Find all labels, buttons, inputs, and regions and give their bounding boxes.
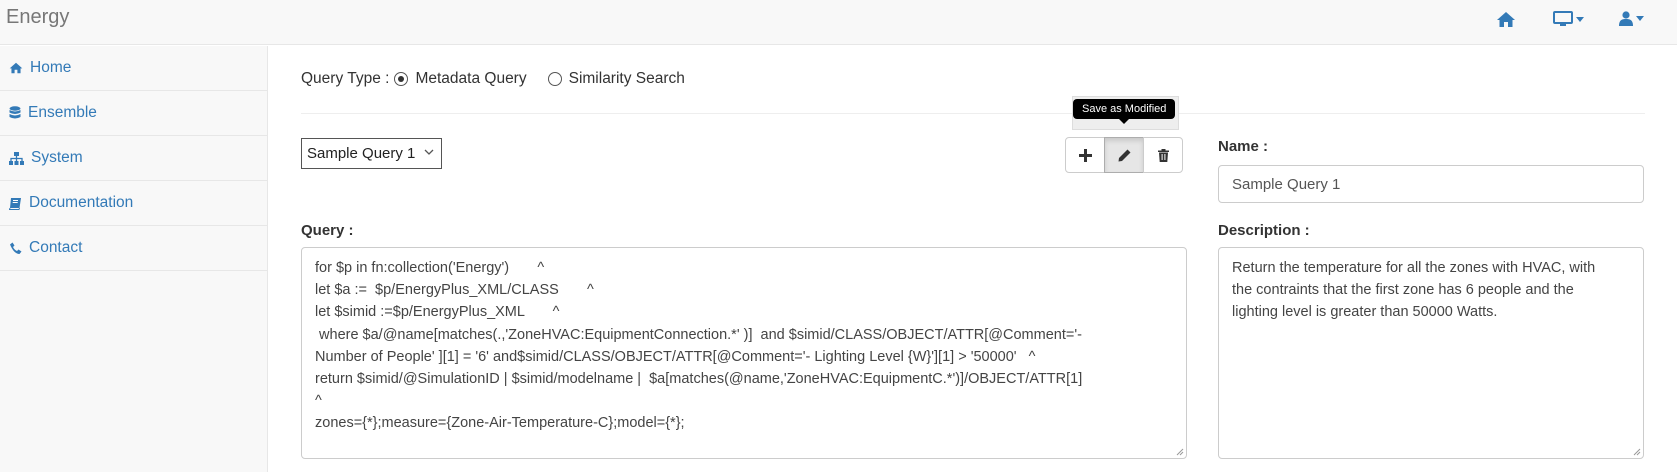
add-button[interactable]: [1065, 137, 1105, 173]
query-type-group: Query Type : Metadata Query Similarity S…: [301, 70, 685, 88]
resize-grip-icon[interactable]: [1631, 446, 1641, 456]
sidebar-item-label: System: [31, 149, 83, 166]
main-content: Query Type : Metadata Query Similarity S…: [268, 46, 1677, 472]
sidebar-item-system[interactable]: System: [0, 136, 267, 181]
name-label: Name :: [1218, 138, 1269, 155]
database-icon: [9, 106, 21, 119]
metadata-query-radio[interactable]: [394, 72, 409, 86]
description-textarea[interactable]: Return the temperature for all the zones…: [1218, 247, 1644, 459]
sidebar-item-home[interactable]: Home: [0, 46, 267, 91]
sidebar-item-label: Home: [30, 59, 72, 76]
plus-icon: [1078, 148, 1092, 162]
sidebar-item-ensemble[interactable]: Ensemble: [0, 91, 267, 136]
sidebar-item-label: Contact: [29, 239, 83, 256]
user-dropdown[interactable]: [1619, 11, 1644, 26]
sidebar-item-documentation[interactable]: Documentation: [0, 181, 267, 226]
sidebar-item-contact[interactable]: Contact: [0, 226, 267, 271]
chevron-down-icon: [1636, 16, 1644, 21]
pencil-icon: [1118, 149, 1130, 161]
home-icon[interactable]: [1496, 11, 1516, 28]
chevron-down-icon: [1576, 16, 1584, 22]
query-type-label: Query Type :: [301, 70, 390, 87]
resize-grip-icon[interactable]: [1174, 446, 1184, 456]
description-label: Description :: [1218, 222, 1310, 239]
sidebar: Home Ensemble System Documentation Conta…: [0, 46, 268, 472]
sitemap-icon: [9, 151, 24, 165]
phone-icon: [10, 242, 22, 254]
metadata-query-label[interactable]: Metadata Query: [415, 70, 526, 88]
user-icon: [1619, 11, 1633, 26]
home-icon: [9, 62, 23, 74]
similarity-search-label[interactable]: Similarity Search: [569, 70, 685, 88]
name-input[interactable]: Sample Query 1: [1218, 165, 1644, 203]
save-as-modified-tooltip: Save as Modified: [1073, 99, 1176, 124]
app-title[interactable]: Energy: [6, 6, 69, 29]
delete-button[interactable]: [1143, 137, 1183, 173]
query-label: Query :: [301, 222, 354, 239]
book-icon: [9, 197, 21, 210]
sidebar-item-label: Documentation: [29, 194, 134, 211]
query-toolbar: [1065, 137, 1183, 173]
chevron-down-icon: [424, 149, 434, 155]
sample-query-select-value: Sample Query 1: [307, 145, 416, 162]
monitor-dropdown[interactable]: [1553, 11, 1584, 27]
query-textarea[interactable]: for $p in fn:collection('Energy') ^ let …: [301, 247, 1187, 459]
edit-button[interactable]: [1104, 137, 1144, 173]
sample-query-select[interactable]: Sample Query 1: [301, 138, 442, 169]
similarity-search-radio[interactable]: [547, 72, 562, 86]
divider: [301, 113, 1645, 114]
trash-icon: [1157, 148, 1169, 162]
top-navbar: Energy: [0, 0, 1677, 45]
sidebar-item-label: Ensemble: [28, 104, 97, 121]
monitor-icon: [1553, 11, 1573, 26]
